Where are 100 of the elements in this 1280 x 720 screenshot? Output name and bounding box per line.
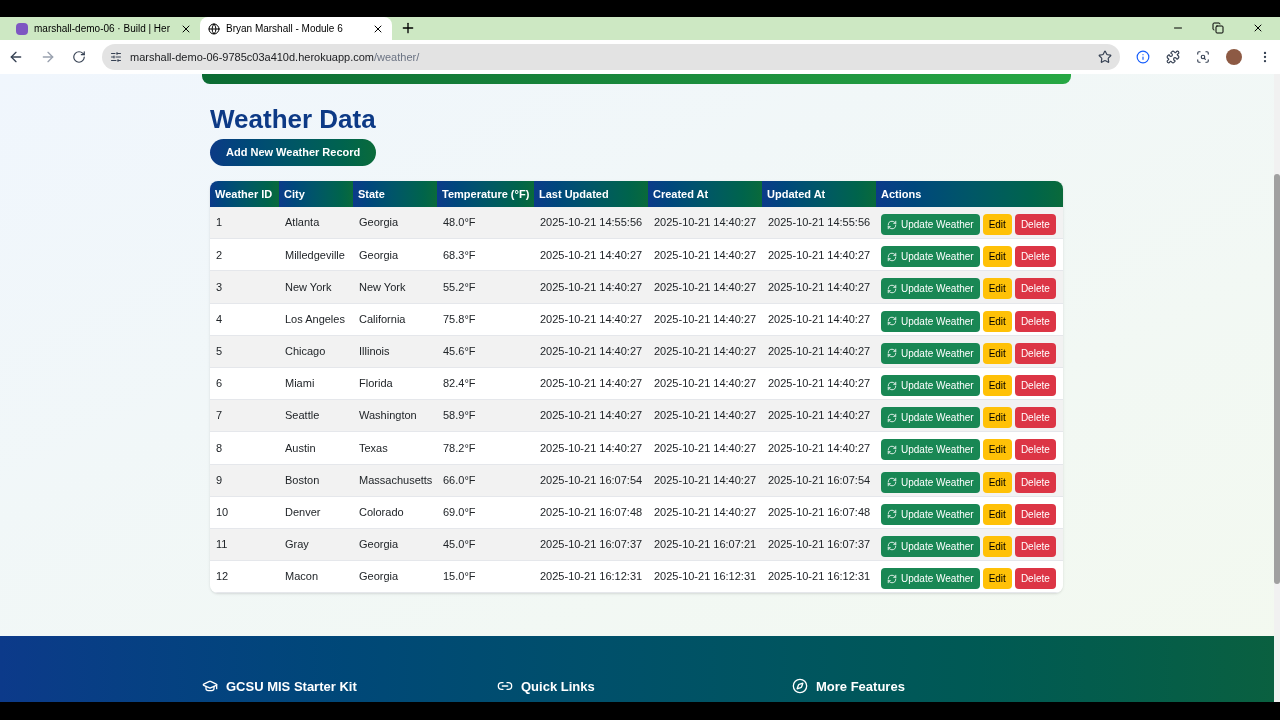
table-cell-text: Gray (284, 537, 310, 553)
table-cell-text: 2025-10-21 16:07:48 (767, 505, 872, 521)
table-cell-text: Florida (358, 376, 394, 392)
column-header: State (353, 181, 437, 207)
table-cell-text: Atlanta (284, 215, 321, 231)
table-cell-text: 2025-10-21 14:40:27 (539, 247, 644, 263)
edit-button[interactable]: Edit (982, 568, 1012, 590)
update-weather-button[interactable]: Update Weather (881, 246, 980, 268)
table-cell-text: 45.0°F (442, 537, 477, 553)
update-weather-button[interactable]: Update Weather (881, 471, 980, 493)
table-cell-text: 58.9°F (442, 408, 477, 424)
table-cell-text: Macon (284, 569, 320, 585)
table-cell-text: 2025-10-21 14:40:27 (653, 344, 758, 360)
edit-button[interactable]: Edit (982, 375, 1012, 397)
update-weather-button[interactable]: Update Weather (881, 310, 980, 332)
delete-button[interactable]: Delete (1014, 246, 1056, 268)
update-weather-button[interactable]: Update Weather (881, 375, 980, 397)
edit-button[interactable]: Edit (982, 503, 1012, 525)
table-cell-text: Georgia (358, 215, 400, 231)
update-weather-button[interactable]: Update Weather (881, 535, 980, 557)
table-cell-text: 2025-10-21 16:07:54 (539, 472, 644, 488)
table-cell-text: Georgia (358, 569, 400, 585)
update-weather-button[interactable]: Update Weather (881, 342, 980, 364)
delete-button[interactable]: Delete (1014, 278, 1056, 300)
update-weather-button[interactable]: Update Weather (881, 278, 980, 300)
table-cell-text: 2025-10-21 14:40:27 (653, 408, 758, 424)
table-cell-text: 2025-10-21 14:40:27 (653, 440, 758, 456)
table-cell-text: 4 (215, 311, 224, 327)
table-cell-text: 2025-10-21 14:55:56 (767, 215, 872, 231)
address-bar[interactable]: marshall-demo-06-9785c03a410d.herokuapp.com/weather/ (102, 44, 1120, 70)
table-cell-text: 66.0°F (442, 472, 477, 488)
update-weather-button[interactable]: Update Weather (881, 407, 980, 429)
delete-button[interactable]: Delete (1014, 407, 1056, 429)
column-header: Weather ID (210, 181, 279, 207)
edit-button[interactable]: Edit (982, 342, 1012, 364)
table-cell-text: 12 (215, 569, 230, 585)
footer-heading: Quick Links (521, 677, 595, 696)
table-cell-text: 5 (215, 344, 224, 360)
delete-button[interactable]: Delete (1014, 439, 1056, 461)
table-cell-text: 2025-10-21 14:40:27 (653, 505, 758, 521)
browser-tab[interactable]: Bryan Marshall - Module 6 (200, 17, 392, 40)
table-cell-text: Miami (284, 376, 316, 392)
table-cell-text: 2025-10-21 14:40:27 (767, 408, 872, 424)
column-header: Last Updated (534, 181, 648, 207)
delete-button[interactable]: Delete (1014, 310, 1056, 332)
table-cell-text: Chicago (284, 344, 327, 360)
table-cell-text: 2025-10-21 16:07:54 (767, 472, 872, 488)
update-weather-button[interactable]: Update Weather (881, 568, 980, 590)
table-cell-text: New York (358, 279, 407, 295)
table-cell-text: 2025-10-21 14:40:27 (767, 279, 872, 295)
update-weather-button[interactable]: Update Weather (881, 439, 980, 461)
delete-button[interactable]: Delete (1014, 503, 1056, 525)
column-header: Temperature (°F) (437, 181, 534, 207)
add-record-button[interactable]: Add New Weather Record (210, 139, 377, 166)
table-cell-text: 75.8°F (442, 311, 477, 327)
table-cell-text: Georgia (358, 537, 400, 553)
column-header: Created At (648, 181, 762, 207)
table-cell-text: 2025-10-21 14:55:56 (539, 215, 644, 231)
page-title: Weather Data (210, 104, 377, 134)
table-cell-text: 2025-10-21 14:40:27 (653, 376, 758, 392)
delete-button[interactable]: Delete (1014, 342, 1056, 364)
table-cell-text: 2025-10-21 16:12:31 (539, 569, 644, 585)
table-cell-text: 2025-10-21 14:40:27 (653, 247, 758, 263)
delete-button[interactable]: Delete (1014, 471, 1056, 493)
browser-tab[interactable]: marshall-demo-06 · Build | Her (8, 17, 200, 40)
table-cell-text: 2025-10-21 14:40:27 (653, 215, 758, 231)
edit-button[interactable]: Edit (982, 246, 1012, 268)
delete-button[interactable]: Delete (1014, 568, 1056, 590)
edit-button[interactable]: Edit (982, 535, 1012, 557)
edit-button[interactable]: Edit (982, 407, 1012, 429)
footer-heading: GCSU MIS Starter Kit (226, 677, 357, 696)
edit-button[interactable]: Edit (982, 471, 1012, 493)
update-weather-button[interactable]: Update Weather (881, 214, 980, 236)
table-cell-text: Illinois (358, 344, 391, 360)
delete-button[interactable]: Delete (1014, 214, 1056, 236)
table-cell-text: 15.0°F (442, 569, 477, 585)
table-cell-text: 2025-10-21 14:40:27 (767, 376, 872, 392)
table-cell-text: 2025-10-21 16:12:31 (767, 569, 872, 585)
table-cell-text: Massachusetts (358, 472, 434, 488)
table-cell-text: 2025-10-21 14:40:27 (653, 472, 758, 488)
table-cell-text: 3 (215, 279, 224, 295)
delete-button[interactable]: Delete (1014, 375, 1056, 397)
table-cell-text: 1 (215, 215, 224, 231)
table-cell-text: Boston (284, 472, 321, 488)
tab-title: marshall-demo-06 · Build | Her (34, 22, 171, 36)
table-cell-text: Milledgeville (284, 247, 346, 263)
table-cell-text: 2 (215, 247, 224, 263)
update-weather-button[interactable]: Update Weather (881, 503, 980, 525)
table-cell-text: Denver (284, 505, 322, 521)
table-cell-text: Georgia (358, 247, 400, 263)
table-cell-text: 69.0°F (442, 505, 477, 521)
edit-button[interactable]: Edit (982, 278, 1012, 300)
table-cell-text: 78.2°F (442, 440, 477, 456)
edit-button[interactable]: Edit (982, 439, 1012, 461)
table-cell-text: Colorado (358, 505, 405, 521)
edit-button[interactable]: Edit (982, 310, 1012, 332)
table-cell-text: 2025-10-21 14:40:27 (539, 311, 644, 327)
delete-button[interactable]: Delete (1014, 535, 1056, 557)
table-cell-text: Austin (284, 440, 317, 456)
edit-button[interactable]: Edit (982, 214, 1012, 236)
